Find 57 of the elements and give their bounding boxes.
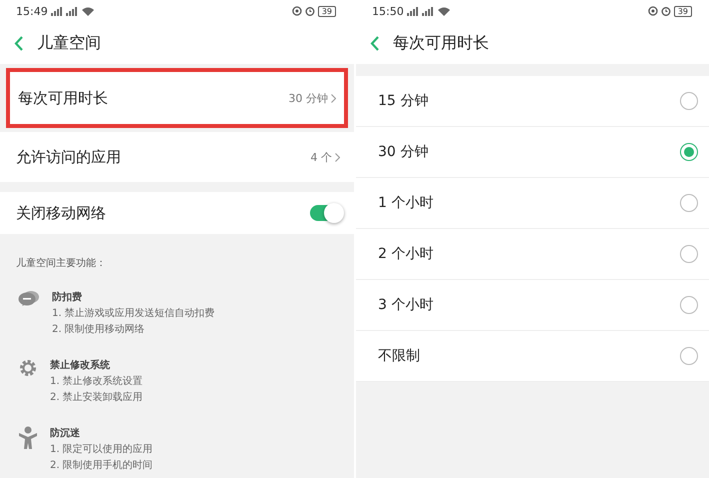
gear-icon — [18, 358, 38, 378]
battery-indicator: 39 — [318, 6, 336, 16]
wifi-icon — [82, 6, 94, 16]
wifi-icon — [438, 6, 450, 16]
option-label: 2 个小时 — [378, 245, 434, 263]
feature-description: 2. 限制使用移动网络 — [52, 322, 146, 336]
duration-option[interactable]: 1 个小时 — [356, 178, 709, 229]
chevron-icon — [335, 152, 340, 162]
duration-option[interactable]: 15 分钟 — [356, 76, 709, 127]
signal-icon — [50, 6, 79, 16]
alarm-icon — [660, 6, 671, 16]
page-title: 儿童空间 — [37, 32, 101, 54]
option-label: 30 分钟 — [378, 143, 428, 161]
lock-rotation-icon — [292, 6, 302, 16]
radio-button[interactable] — [680, 347, 698, 365]
back-icon[interactable] — [14, 36, 23, 50]
status-time: 15:49 — [16, 4, 48, 18]
feature-description: 2. 禁止安装卸载应用 — [50, 390, 143, 404]
radio-button[interactable] — [680, 194, 698, 212]
duration-option[interactable]: 30 分钟 — [356, 127, 709, 178]
signal-icon — [406, 6, 435, 16]
person-icon — [18, 426, 38, 450]
feature-description: 2. 限制使用手机的时间 — [50, 458, 153, 472]
feature-description: 1. 禁止修改系统设置 — [50, 374, 143, 388]
radio-button[interactable] — [680, 92, 698, 110]
chat-bubbles-icon — [18, 290, 40, 308]
duration-option[interactable]: 不限制 — [356, 331, 709, 382]
chevron-icon — [331, 94, 336, 102]
option-label: 15 分钟 — [378, 92, 428, 110]
duration-option[interactable]: 3 个小时 — [356, 280, 709, 331]
settings-row[interactable]: 每次可用时长 30 分钟 — [6, 68, 348, 128]
settings-row[interactable]: 关闭移动网络 — [0, 192, 354, 234]
lock-rotation-icon — [648, 6, 658, 16]
row-label: 允许访问的应用 — [16, 148, 121, 166]
feature-description: 1. 限定可以使用的应用 — [50, 442, 153, 456]
battery-indicator: 39 — [674, 6, 692, 16]
back-icon[interactable] — [370, 36, 379, 50]
feature-title: 防沉迷 — [50, 426, 81, 440]
section-heading: 儿童空间主要功能： — [15, 256, 107, 270]
duration-option[interactable]: 2 个小时 — [356, 229, 709, 280]
settings-row[interactable]: 允许访问的应用 4 个 — [0, 132, 354, 182]
option-label: 3 个小时 — [378, 296, 434, 314]
row-label: 每次可用时长 — [18, 88, 108, 108]
alarm-icon — [304, 6, 315, 16]
option-label: 不限制 — [378, 347, 420, 365]
radio-button[interactable] — [680, 245, 698, 263]
radio-button[interactable] — [680, 143, 698, 161]
radio-button[interactable] — [680, 296, 698, 314]
feature-title: 禁止修改系统 — [50, 358, 111, 372]
feature-title: 防扣费 — [52, 290, 83, 304]
page-title: 每次可用时长 — [393, 32, 489, 54]
option-label: 1 个小时 — [378, 194, 434, 212]
feature-description: 1. 禁止游戏或应用发送短信自动扣费 — [52, 306, 215, 320]
row-value: 4 个 — [310, 150, 340, 164]
status-time: 15:50 — [372, 4, 404, 18]
row-value: 30 分钟 — [288, 90, 336, 106]
row-label: 关闭移动网络 — [16, 204, 106, 222]
